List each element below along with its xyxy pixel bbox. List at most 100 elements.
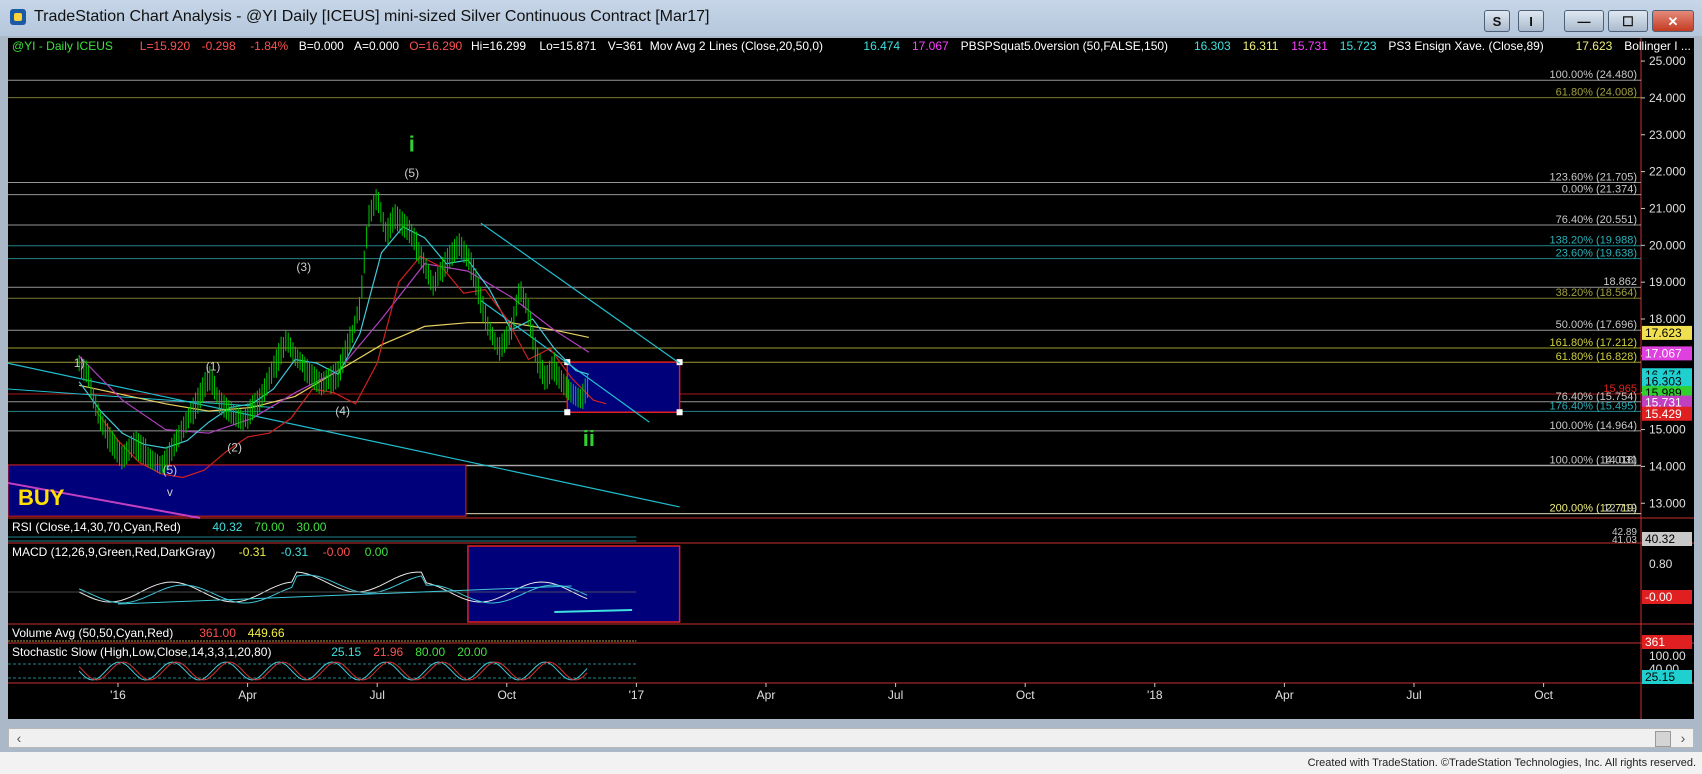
tradestation-app-icon (10, 9, 26, 25)
chart-area[interactable]: 100.00% (24.480) 61.80% (24.008) 123.60% (… (8, 38, 1694, 719)
y-tick-label: 22.000 (1649, 165, 1686, 179)
y-tick-label: 13.000 (1649, 496, 1686, 510)
price-marker-label: 15.429 (1645, 407, 1682, 421)
maximize-button[interactable]: ☐ (1608, 10, 1648, 32)
fib-label: 38.20% (18.564) (1556, 287, 1637, 299)
x-tick-label: Jul (1406, 688, 1421, 702)
wave-label: ii (583, 426, 595, 451)
header-legend-item: Mov Avg 2 Lines (Close,20,50,0) (650, 39, 823, 53)
ma-long-line (78, 322, 590, 412)
ma20-line (78, 226, 590, 449)
header-legend-item: 15.723 (1340, 39, 1377, 53)
stoch-label: Stochastic Slow (High,Low,Close,14,3,3,1… (12, 645, 271, 659)
x-tick-label: Apr (757, 688, 776, 702)
box-handle (676, 409, 683, 416)
stoch-value: 21.96 (373, 645, 403, 659)
y-tick-label: 20.000 (1649, 238, 1686, 252)
wave-label: (5) (163, 463, 178, 477)
fib-label: 138.20% (19.988) (1550, 235, 1637, 247)
volume-marker-label: 361 (1645, 635, 1665, 649)
header-legend-item: PS3 Ensign Xave. (Close,89) (1388, 39, 1543, 53)
macd-tick-label: 0.80 (1649, 557, 1673, 571)
y-tick-label: 14.000 (1649, 459, 1686, 473)
volume-label: Volume Avg (50,50,Cyan,Red) (12, 626, 173, 640)
footer-bar: Created with TradeStation. ©TradeStation… (0, 752, 1702, 774)
header-legend-item: 17.623 (1576, 39, 1613, 53)
rsi-value: 40.32 (212, 520, 242, 534)
macd-value: 0.00 (365, 545, 389, 559)
y-tick-label: 24.000 (1649, 91, 1686, 105)
wave-label: (1) (206, 360, 221, 374)
wave-label: (3) (296, 260, 311, 274)
minimize-button[interactable]: — (1564, 10, 1604, 32)
header-legend-item: @YI - Daily ICEUS (12, 39, 113, 53)
fib-label: 123.60% (21.705) (1550, 171, 1637, 183)
header-legend-item: 16.311 (1243, 39, 1279, 53)
x-tick-label: Jul (888, 688, 903, 702)
macd-value: -0.31 (239, 545, 267, 559)
price-marker-label: 17.067 (1645, 346, 1682, 360)
x-tick-label: Apr (238, 688, 257, 702)
horizontal-scrollbar[interactable]: ‹ › (8, 728, 1694, 748)
x-tick-label: '17 (629, 688, 645, 702)
wave-label: (2) (227, 441, 242, 455)
header-legend-item: V=361 (608, 39, 643, 53)
wave-label: (4) (335, 404, 350, 418)
header-legend-item: PBSPSquat5.0version (50,FALSE,150) (961, 39, 1168, 53)
fib-label: 76.40% (20.551) (1556, 214, 1637, 226)
scroll-thumb[interactable] (1655, 731, 1671, 747)
fib-label: 61.80% (24.008) (1556, 87, 1637, 99)
x-tick-label: Oct (1016, 688, 1035, 702)
header-legend-item: 16.303 (1194, 39, 1231, 53)
wave-label: (5) (404, 166, 419, 180)
price-marker-label: 17.623 (1645, 326, 1682, 340)
header-legend-item: -1.84% (250, 39, 288, 53)
buy-label: BUY (18, 485, 65, 510)
chart-canvas[interactable]: 100.00% (24.480) 61.80% (24.008) 123.60% (… (8, 38, 1694, 719)
stoch-k-line (78, 661, 588, 681)
header-legend-item: B=0.000 (299, 39, 344, 53)
x-tick-label: '18 (1147, 688, 1163, 702)
header-legend-item: 17.067 (912, 39, 949, 53)
stoch-tick-label: 100.00 (1649, 649, 1686, 663)
header-legend-item: A=0.000 (354, 39, 399, 53)
s-button[interactable]: S (1484, 10, 1510, 32)
scroll-right-arrow-icon[interactable]: › (1675, 730, 1691, 746)
fib-label: 0.00% (21.374) (1562, 184, 1637, 196)
stoch-value: 20.00 (457, 645, 487, 659)
fib-label: 23.60% (19.638) (1556, 248, 1637, 260)
y-tick-label: 19.000 (1649, 275, 1686, 289)
y-tick-label: 18.000 (1649, 312, 1686, 326)
fib-label: 100.00% (14.964) (1550, 420, 1637, 432)
macd-value: -0.00 (323, 545, 351, 559)
fib-label: 161.80% (17.212) (1550, 337, 1637, 349)
fib-label: 61.80% (16.828) (1556, 351, 1637, 363)
box-handle (564, 409, 571, 416)
volume-value: 361.00 (199, 626, 236, 640)
stoch-value: 80.00 (415, 645, 445, 659)
close-button[interactable]: ✕ (1652, 10, 1694, 32)
window-title: TradeStation Chart Analysis - @YI Daily … (34, 8, 710, 25)
header-legend-item: Hi=16.299 (471, 39, 526, 53)
macd-marker-label: -0.00 (1645, 590, 1673, 604)
stoch-value: 25.15 (331, 645, 361, 659)
header-legend-item: 16.474 (863, 39, 900, 53)
x-tick-label: Oct (497, 688, 516, 702)
copyright-text: Created with TradeStation. ©TradeStation… (1307, 757, 1696, 769)
fib-label: 12.719 (1603, 503, 1637, 515)
rsi-upper: 70.00 (254, 520, 284, 534)
rsi-marker-label: 40.32 (1645, 532, 1675, 546)
y-tick-label: 23.000 (1649, 128, 1686, 142)
fib-label: 176.40% (15.495) (1550, 400, 1637, 412)
i-button[interactable]: I (1518, 10, 1544, 32)
scroll-left-arrow-icon[interactable]: ‹ (11, 730, 27, 746)
rsi-lower: 30.00 (296, 520, 326, 534)
stoch-marker-label: 25.15 (1645, 670, 1675, 684)
y-tick-label: 25.000 (1649, 54, 1686, 68)
fib-label: 100.00% (24.480) (1550, 69, 1637, 81)
volume-value: 449.66 (248, 626, 285, 640)
header-legend-item: Lo=15.871 (539, 39, 596, 53)
x-tick-label: '16 (110, 688, 126, 702)
wave-label: v (167, 485, 173, 499)
header-legend-item: Bollinger I ... (1624, 39, 1691, 53)
